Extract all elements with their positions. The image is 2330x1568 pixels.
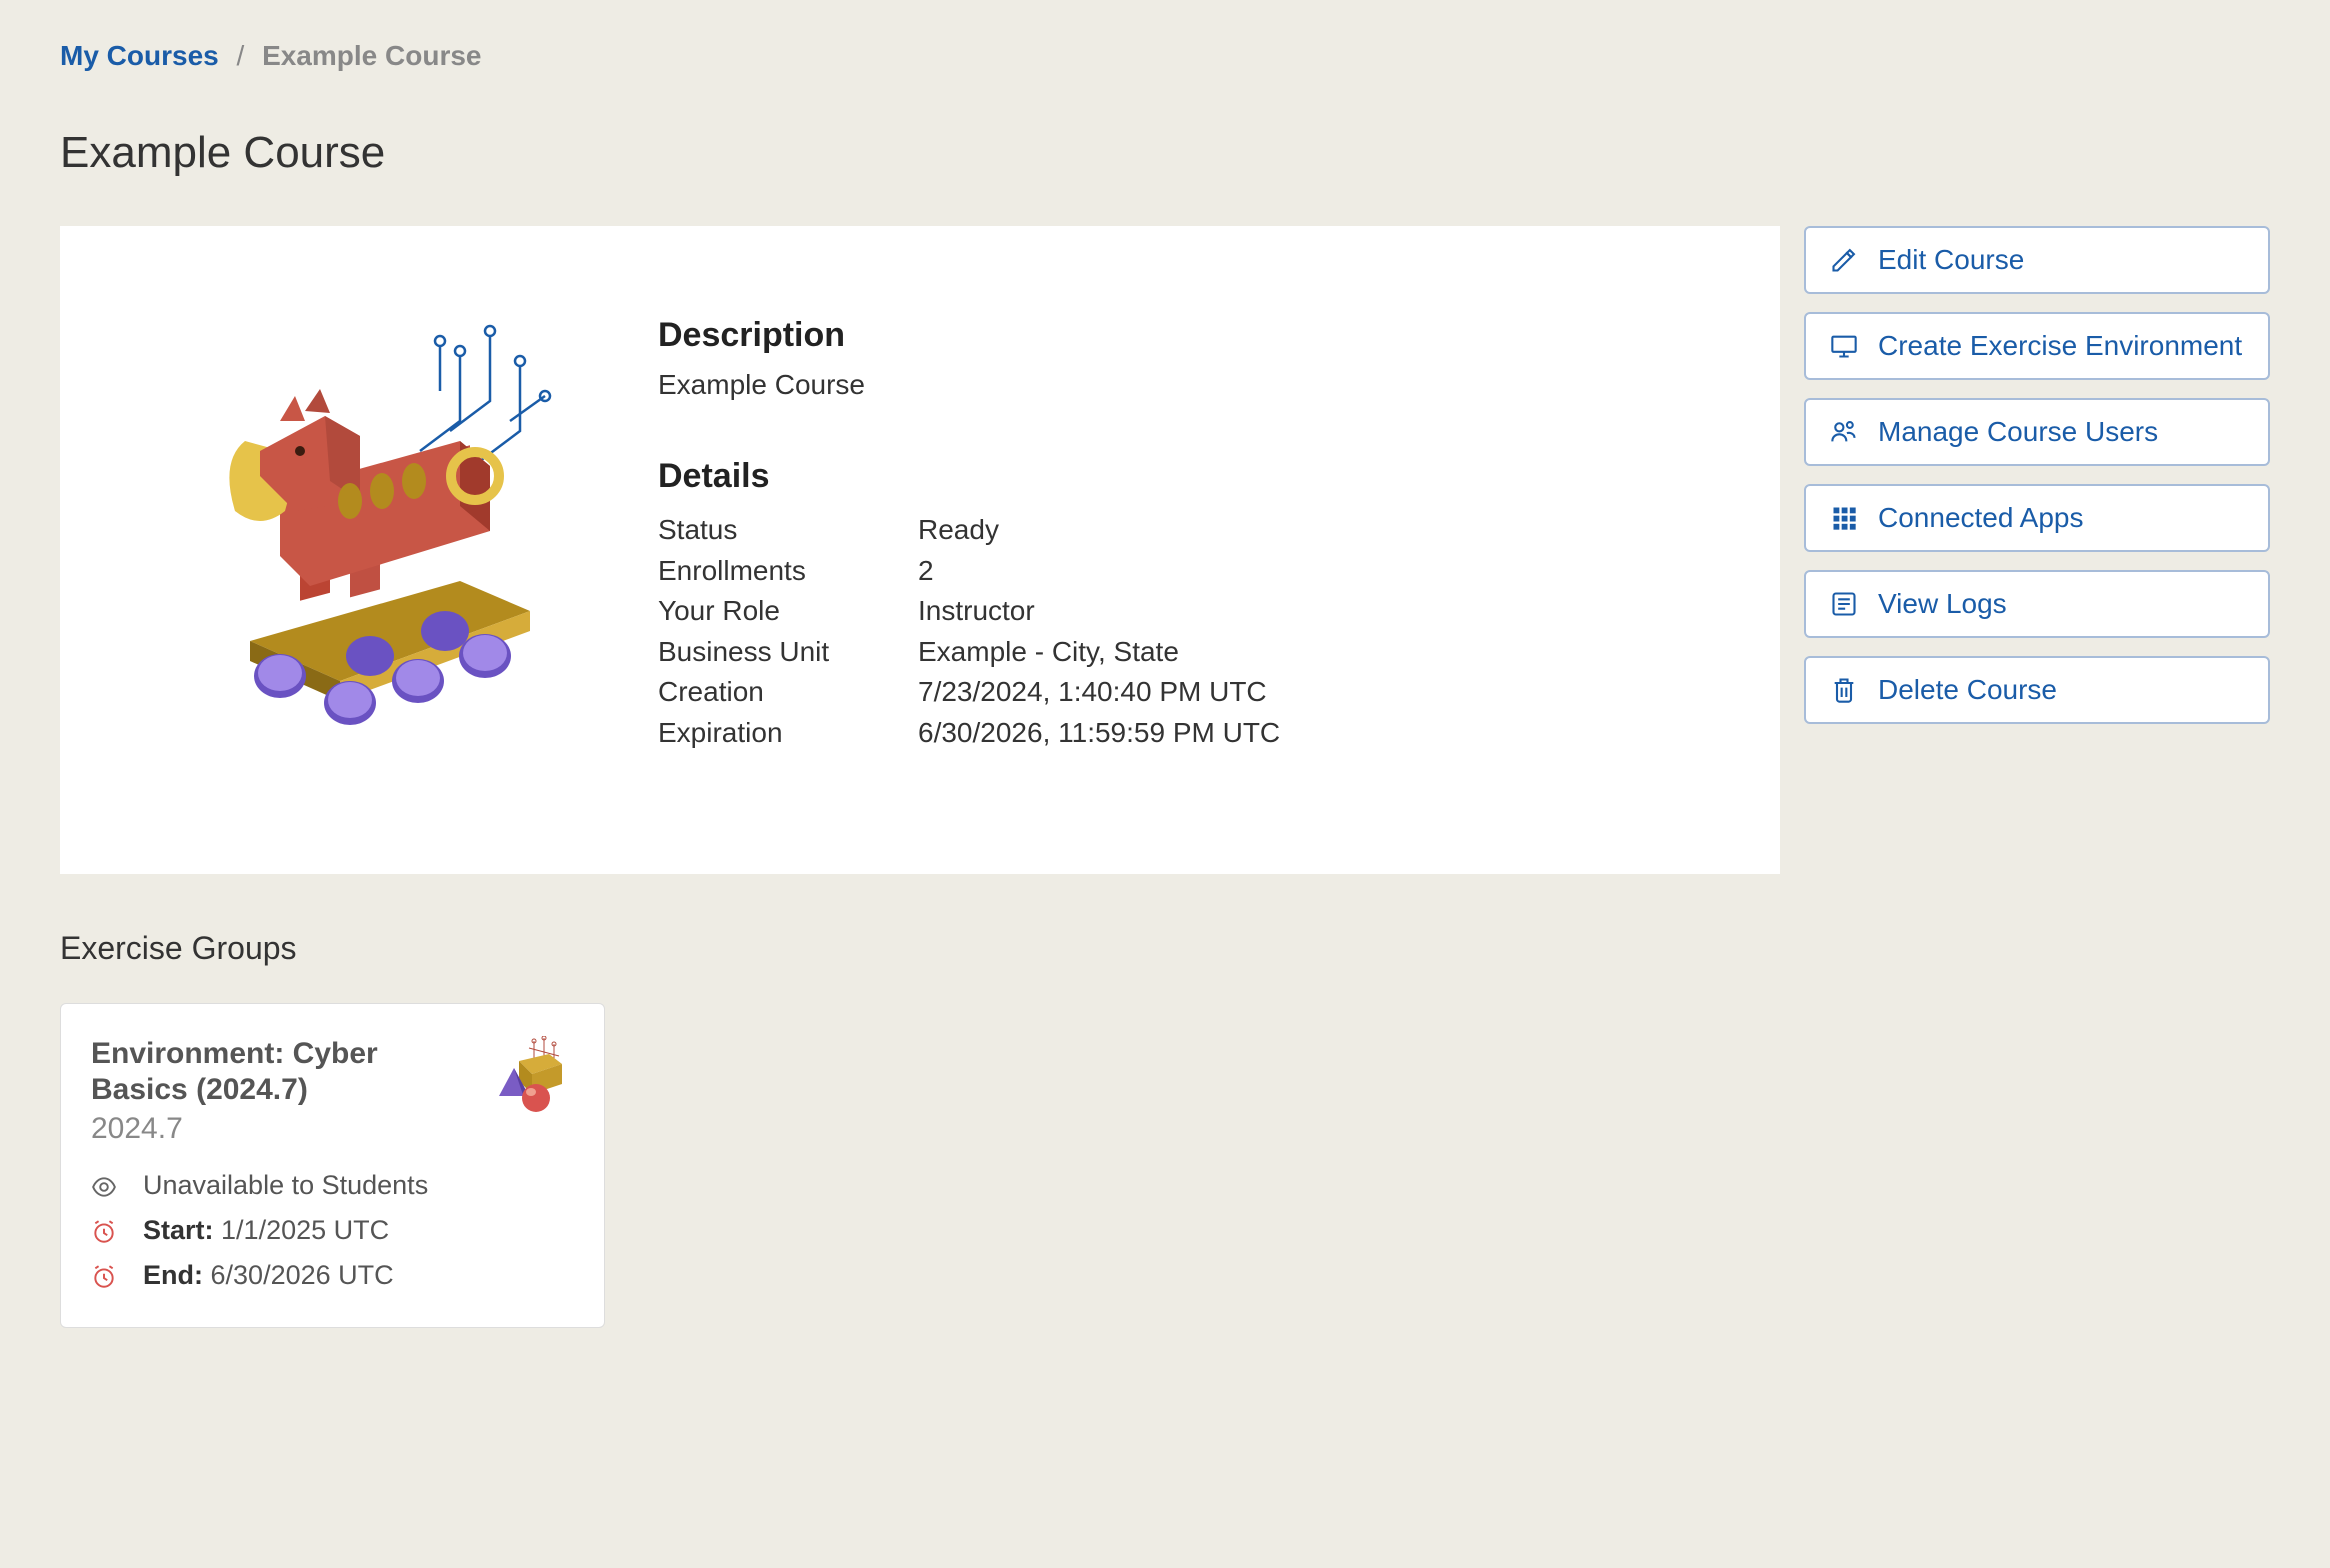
exercise-version: 2024.7: [91, 1112, 458, 1146]
detail-expiration: Expiration 6/30/2026, 11:59:59 PM UTC: [658, 713, 1730, 754]
detail-label: Expiration: [658, 713, 918, 754]
detail-status: Status Ready: [658, 510, 1730, 551]
trash-icon: [1830, 676, 1858, 704]
detail-value: 2: [918, 551, 934, 592]
action-label: Edit Course: [1878, 244, 2024, 276]
action-label: Create Exercise Environment: [1878, 330, 2242, 362]
exercise-end-row: End: 6/30/2026 UTC: [91, 1260, 574, 1291]
description-heading: Description: [658, 316, 1730, 355]
detail-value: 6/30/2026, 11:59:59 PM UTC: [918, 713, 1280, 754]
details-heading: Details: [658, 457, 1730, 496]
description-text: Example Course: [658, 369, 1730, 401]
actions-panel: Edit Course Create Exercise Environment …: [1804, 226, 2270, 724]
end-text: End: 6/30/2026 UTC: [143, 1260, 574, 1291]
detail-value: Example - City, State: [918, 632, 1179, 673]
exercise-start-row: Start: 1/1/2025 UTC: [91, 1215, 574, 1246]
details-table: Status Ready Enrollments 2 Your Role Ins…: [658, 510, 1730, 754]
breadcrumb-separator: /: [237, 40, 245, 71]
detail-label: Enrollments: [658, 551, 918, 592]
exercise-groups-heading: Exercise Groups: [60, 930, 2270, 967]
action-label: View Logs: [1878, 588, 2007, 620]
availability-text: Unavailable to Students: [143, 1170, 574, 1201]
detail-value: Instructor: [918, 591, 1035, 632]
detail-enrollments: Enrollments 2: [658, 551, 1730, 592]
list-icon: [1830, 590, 1858, 618]
breadcrumb-my-courses[interactable]: My Courses: [60, 40, 219, 71]
action-label: Manage Course Users: [1878, 416, 2158, 448]
detail-value: 7/23/2024, 1:40:40 PM UTC: [918, 672, 1267, 713]
grid-icon: [1830, 504, 1858, 532]
start-label: Start:: [143, 1215, 214, 1245]
geometric-shapes-icon: [474, 1036, 574, 1116]
course-card: Description Example Course Details Statu…: [60, 226, 1780, 874]
detail-your-role: Your Role Instructor: [658, 591, 1730, 632]
exercise-title: Environment: Cyber Basics (2024.7): [91, 1036, 458, 1108]
edit-course-button[interactable]: Edit Course: [1804, 226, 2270, 294]
users-icon: [1830, 418, 1858, 446]
trojan-horse-icon: [150, 301, 570, 731]
action-label: Delete Course: [1878, 674, 2057, 706]
alarm-clock-icon: [91, 1219, 117, 1245]
manage-course-users-button[interactable]: Manage Course Users: [1804, 398, 2270, 466]
detail-label: Your Role: [658, 591, 918, 632]
detail-business-unit: Business Unit Example - City, State: [658, 632, 1730, 673]
exercise-group-card[interactable]: Environment: Cyber Basics (2024.7) 2024.…: [60, 1003, 605, 1328]
course-image: [110, 286, 610, 746]
end-label: End:: [143, 1260, 203, 1290]
connected-apps-button[interactable]: Connected Apps: [1804, 484, 2270, 552]
exercise-thumbnail: [474, 1036, 574, 1116]
eye-icon: [91, 1174, 117, 1200]
monitor-icon: [1830, 332, 1858, 360]
exercise-availability-row: Unavailable to Students: [91, 1170, 574, 1201]
alarm-clock-icon: [91, 1264, 117, 1290]
start-text: Start: 1/1/2025 UTC: [143, 1215, 574, 1246]
detail-label: Status: [658, 510, 918, 551]
start-value: 1/1/2025 UTC: [221, 1215, 389, 1245]
breadcrumb: My Courses / Example Course: [60, 40, 2270, 72]
delete-course-button[interactable]: Delete Course: [1804, 656, 2270, 724]
page-title: Example Course: [60, 128, 2270, 178]
action-label: Connected Apps: [1878, 502, 2084, 534]
detail-creation: Creation 7/23/2024, 1:40:40 PM UTC: [658, 672, 1730, 713]
detail-value: Ready: [918, 510, 999, 551]
breadcrumb-current: Example Course: [262, 40, 481, 71]
view-logs-button[interactable]: View Logs: [1804, 570, 2270, 638]
end-value: 6/30/2026 UTC: [211, 1260, 394, 1290]
pencil-icon: [1830, 246, 1858, 274]
detail-label: Creation: [658, 672, 918, 713]
detail-label: Business Unit: [658, 632, 918, 673]
create-exercise-environment-button[interactable]: Create Exercise Environment: [1804, 312, 2270, 380]
